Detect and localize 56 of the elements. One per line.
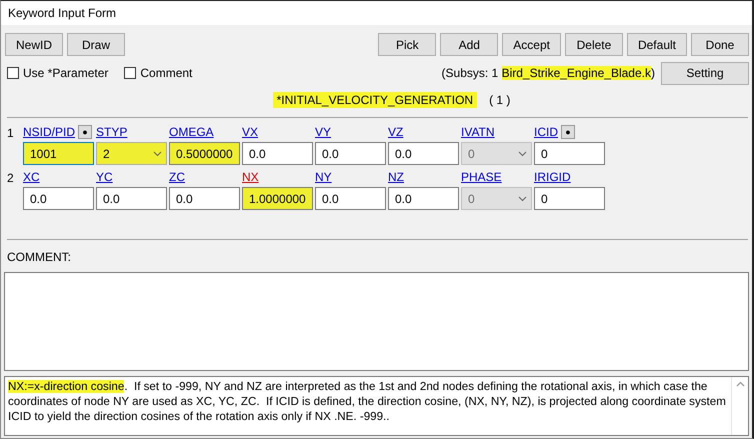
field-label-link[interactable]: OMEGA: [169, 125, 214, 139]
field-label-link[interactable]: NX: [242, 170, 259, 184]
toolbar-button[interactable]: Add: [440, 33, 498, 56]
input-field[interactable]: 0: [534, 142, 605, 165]
pick-button[interactable]: ●: [78, 125, 92, 139]
field-label-link[interactable]: VX: [242, 125, 258, 139]
input-field[interactable]: 0.0: [169, 187, 240, 210]
field-label-link[interactable]: IRIGID: [534, 170, 571, 184]
toolbar-button[interactable]: Accept: [502, 33, 561, 56]
toolbar-button[interactable]: Pick: [378, 33, 436, 56]
checkbox-label: Comment: [140, 66, 192, 80]
input-field[interactable]: 0.0: [242, 142, 313, 165]
field-label-link[interactable]: STYP: [96, 125, 128, 139]
input-field[interactable]: 0.0: [315, 187, 386, 210]
input-field[interactable]: 0.0: [315, 142, 386, 165]
input-field[interactable]: 0.5000000: [169, 142, 240, 165]
input-field[interactable]: 0: [534, 187, 605, 210]
field-label-link[interactable]: ICID: [534, 125, 558, 139]
toolbar-button[interactable]: Done: [691, 33, 749, 56]
field-label-link[interactable]: XC: [23, 170, 40, 184]
input-field[interactable]: 0.0: [23, 187, 94, 210]
checkbox[interactable]: [124, 67, 136, 79]
field-label-link[interactable]: NY: [315, 170, 332, 184]
help-text: NX:=x-direction cosine. If set to -999, NY and NZ are interpreted as the 1st and 2nd nodes defining the rotational axis, in which case the coordinates of node NY are used as XC, YC, ZC. If ICID is defined, the direction cosine, (NX, NY, NZ), is projected along coordinate system ICID to yield the direction cosines of the rotation axis only if NX .NE. -999..: [7, 379, 727, 425]
keyword-name: *INITIAL_VELOCITY_GENERATION: [272, 92, 478, 108]
input-field[interactable]: 0.0: [388, 142, 459, 165]
toolbar-button[interactable]: Draw: [67, 33, 126, 56]
field-label-link[interactable]: NSID/PID: [23, 125, 76, 139]
subsys-label: (Subsys: 1 Bird_Strike_Engine_Blade.k): [442, 66, 655, 80]
checkbox[interactable]: [7, 67, 19, 79]
toolbar-button[interactable]: Default: [626, 33, 687, 56]
field-label-link[interactable]: VZ: [388, 125, 404, 139]
input-field[interactable]: 1001: [23, 142, 94, 165]
chevron-down-icon: [153, 150, 162, 156]
card-number: 2: [7, 170, 15, 187]
field-label-link[interactable]: YC: [96, 170, 113, 184]
input-field[interactable]: 0.0: [388, 187, 459, 210]
window-title: Keyword Input Form: [1, 1, 752, 25]
keyword-count: ( 1 ): [489, 93, 510, 107]
dropdown[interactable]: 2: [96, 142, 167, 165]
input-field[interactable]: 0.0: [96, 187, 167, 210]
field-label-link[interactable]: ZC: [169, 170, 185, 184]
pick-button[interactable]: ●: [561, 125, 575, 139]
scroll-up-icon[interactable]: [736, 381, 744, 387]
checkbox-label: Use *Parameter: [23, 66, 108, 80]
comment-field[interactable]: [4, 272, 749, 371]
chevron-down-icon: [518, 150, 527, 156]
toolbar-button[interactable]: Delete: [564, 33, 623, 56]
card-number: 1: [7, 125, 15, 142]
comment-label: COMMENT:: [6, 249, 72, 266]
toolbar-button[interactable]: NewID: [5, 33, 64, 56]
setting-button[interactable]: Setting: [661, 62, 749, 84]
chevron-down-icon: [518, 196, 527, 202]
field-label-link[interactable]: NZ: [388, 170, 404, 184]
field-label-link[interactable]: VY: [315, 125, 332, 139]
input-field[interactable]: 1.0000000: [242, 187, 313, 210]
